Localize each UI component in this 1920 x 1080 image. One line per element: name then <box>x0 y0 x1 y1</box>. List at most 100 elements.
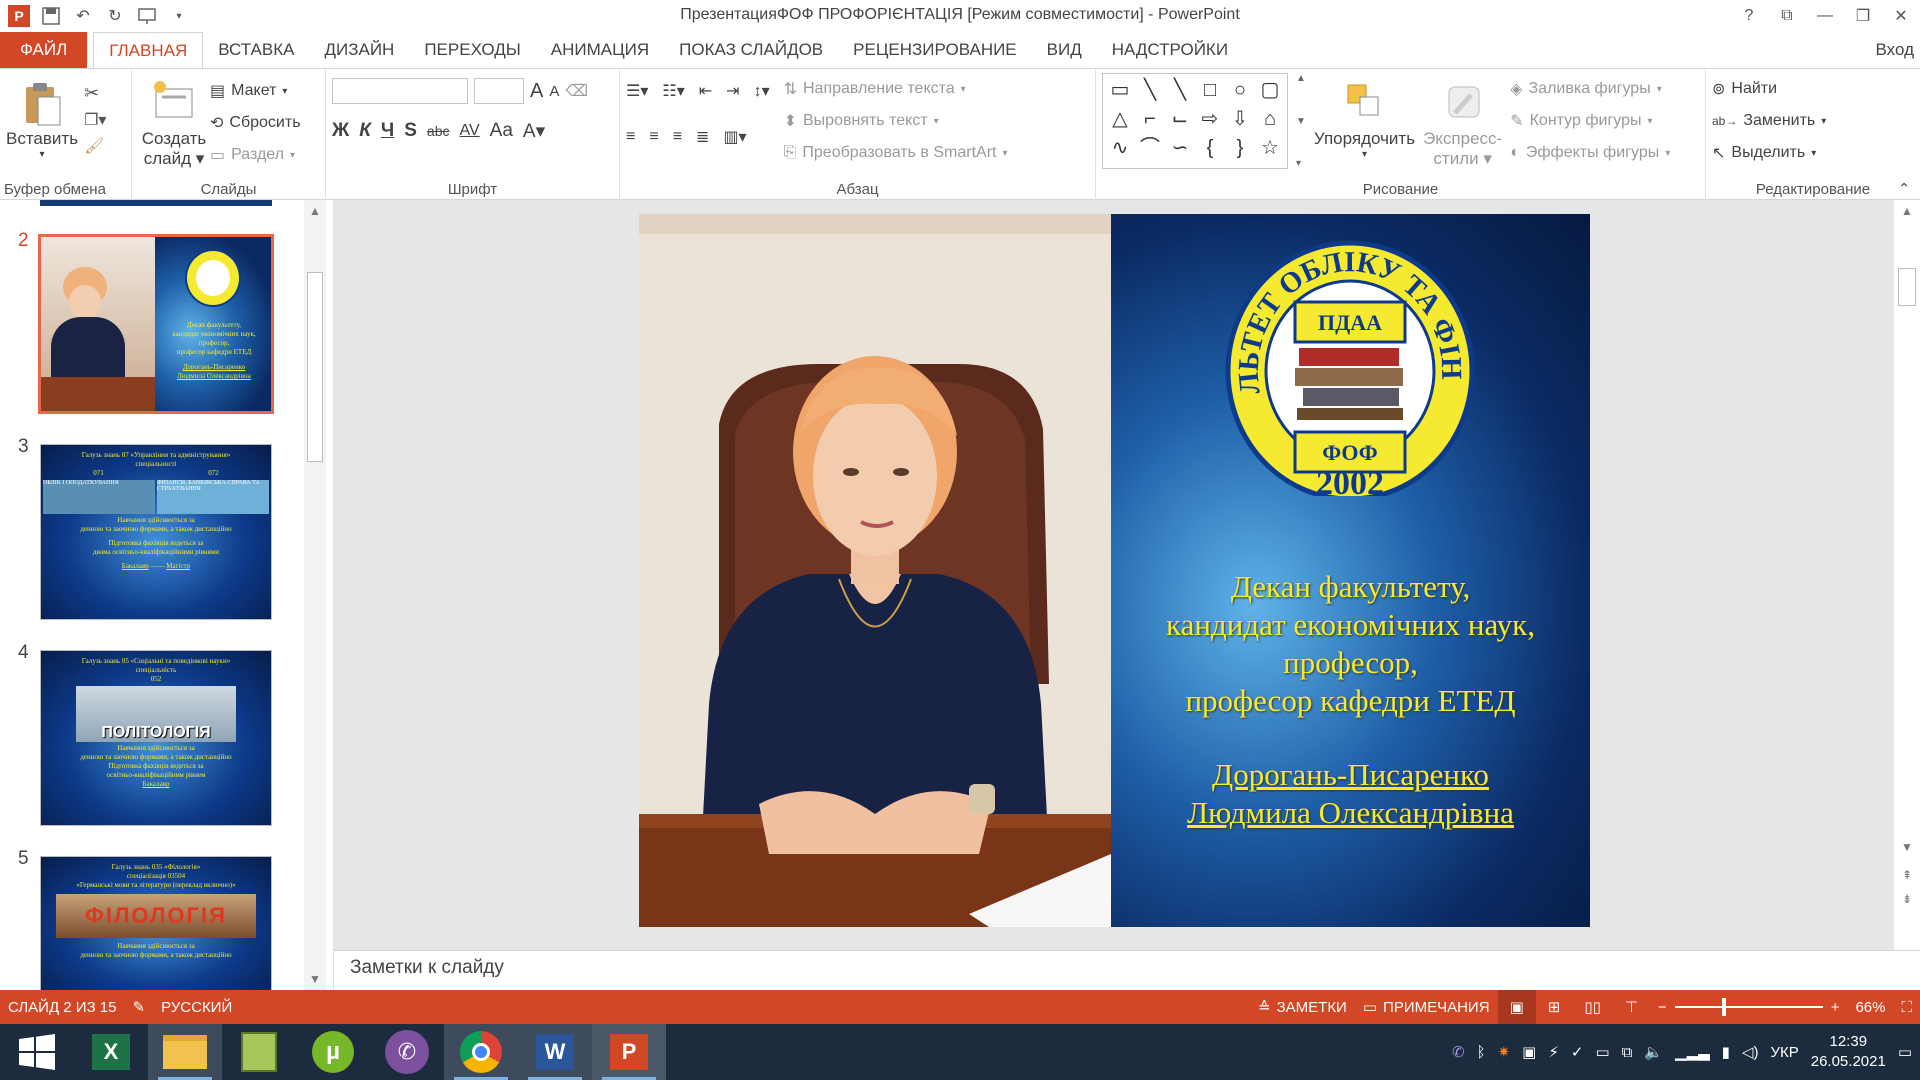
scroll-up-icon[interactable]: ▲ <box>1894 200 1920 222</box>
fit-slide-icon[interactable]: ⛶ <box>1893 990 1920 1024</box>
curve-shape-icon[interactable]: ∽ <box>1165 134 1195 163</box>
arrange-button[interactable]: Упорядочить ▾ <box>1314 73 1415 169</box>
taskbar-utorrent[interactable]: µ <box>296 1024 370 1080</box>
tab-home[interactable]: ГЛАВНАЯ <box>93 32 204 68</box>
justify-icon[interactable]: ≣ <box>696 127 709 147</box>
taskbar-chrome[interactable] <box>444 1024 518 1080</box>
shape-fill-button[interactable]: ◈ Заливка фигуры ▾ <box>1510 73 1670 105</box>
down-arrow-shape-icon[interactable]: ⇩ <box>1225 105 1255 134</box>
bullets-icon[interactable]: ☰▾ <box>626 81 648 101</box>
text-direction-button[interactable]: ⇅ Направление текста ▾ <box>784 73 1008 105</box>
change-case-button[interactable]: Aa <box>490 120 513 142</box>
tab-file[interactable]: ФАЙЛ <box>0 32 88 68</box>
slideshow-view-icon[interactable]: ⊤ <box>1613 990 1650 1024</box>
start-slideshow-icon[interactable] <box>136 5 158 27</box>
volume-icon[interactable]: 🔈 <box>1644 1043 1663 1061</box>
redo-icon[interactable]: ↻ <box>104 5 126 27</box>
italic-button[interactable]: К <box>359 120 371 142</box>
thumbnail-slide-4[interactable]: Галузь знань 05 «Соціальні та поведінков… <box>40 650 272 826</box>
notes-pane[interactable]: Заметки к слайду <box>334 950 1920 990</box>
scroll-down-icon[interactable]: ▼ <box>304 968 326 990</box>
taskbar-notepad-app[interactable] <box>222 1024 296 1080</box>
signin-link[interactable]: Вход <box>1861 32 1920 68</box>
decrease-indent-icon[interactable]: ⇤ <box>699 81 712 101</box>
section-button[interactable]: ▭ Раздел ▾ <box>210 139 301 171</box>
zoom-level[interactable]: 66% <box>1847 990 1893 1024</box>
star-shape-icon[interactable]: ☆ <box>1255 134 1285 163</box>
previous-slide-icon[interactable]: ⇞ <box>1894 864 1920 886</box>
shrink-font-button[interactable]: A <box>549 83 559 100</box>
align-text-button[interactable]: ⬍ Выровнять текст ▾ <box>784 105 1008 137</box>
zoom-in-icon[interactable]: + <box>1823 990 1848 1024</box>
text-shadow-button[interactable]: S <box>404 120 417 142</box>
taskbar-powerpoint[interactable]: P <box>592 1024 666 1080</box>
security-icon[interactable]: ▣ <box>1522 1043 1536 1061</box>
align-left-icon[interactable]: ≡ <box>626 128 635 146</box>
viber-tray-icon[interactable]: ✆ <box>1452 1043 1465 1061</box>
notifications-icon[interactable]: ▭ <box>1898 1043 1912 1061</box>
slide-counter[interactable]: СЛАЙД 2 ИЗ 15 <box>0 990 125 1024</box>
clear-formatting-icon[interactable]: ⌫ <box>565 81 588 101</box>
ribbon-display-button[interactable]: ⧉ <box>1768 7 1806 25</box>
thumbnails-scrollbar[interactable]: ▲ ▼ <box>304 200 326 990</box>
oval-shape-icon[interactable]: ○ <box>1225 76 1255 105</box>
shape-effects-button[interactable]: ◐ Эффекты фигуры ▾ <box>1510 137 1670 169</box>
tab-review[interactable]: РЕЦЕНЗИРОВАНИЕ <box>838 32 1032 68</box>
speaker-icon[interactable]: ◁) <box>1742 1043 1759 1061</box>
next-slide-icon[interactable]: ⇟ <box>1894 888 1920 910</box>
collapse-ribbon-icon[interactable]: ⌃ <box>1898 180 1910 197</box>
format-painter-icon[interactable]: 🖌 <box>84 136 106 156</box>
paste-button[interactable]: Вставить ▾ <box>6 73 78 160</box>
tab-animations[interactable]: АНИМАЦИЯ <box>536 32 664 68</box>
scrollbar-thumb[interactable] <box>307 272 323 462</box>
tab-view[interactable]: ВИД <box>1032 32 1097 68</box>
textbox-shape-icon[interactable]: ▭ <box>1105 76 1135 105</box>
align-center-icon[interactable]: ≡ <box>649 128 658 146</box>
taskbar-file-explorer[interactable] <box>148 1024 222 1080</box>
tab-slideshow[interactable]: ПОКАЗ СЛАЙДОВ <box>664 32 838 68</box>
shapes-gallery[interactable]: ▭ ╲ ╲ □ ○ ▢ △ ⌐ ⌙ ⇨ ⇩ ⌂ ∿ ⌒ ∽{} ☆ <box>1102 73 1288 169</box>
language-indicator[interactable]: РУССКИЙ <box>153 990 240 1024</box>
rounded-rect-shape-icon[interactable]: ▢ <box>1255 76 1285 105</box>
elbow-shape-icon[interactable]: ⌐ <box>1135 105 1165 134</box>
sync-icon[interactable]: ✓ <box>1571 1043 1584 1061</box>
zoom-slider[interactable] <box>1674 998 1823 1016</box>
maximize-button[interactable]: ❐ <box>1844 6 1882 26</box>
char-spacing-button[interactable]: AV <box>460 122 480 140</box>
layout-button[interactable]: ▤ Макет ▾ <box>210 75 301 107</box>
gallery-down-icon[interactable]: ▼ <box>1296 116 1306 127</box>
grow-font-button[interactable]: A <box>530 80 543 103</box>
reading-view-icon[interactable]: ▯▯ <box>1572 990 1613 1024</box>
align-right-icon[interactable]: ≡ <box>673 128 682 146</box>
tab-transitions[interactable]: ПЕРЕХОДЫ <box>409 32 535 68</box>
battery-icon[interactable]: ▮ <box>1722 1043 1730 1061</box>
wifi-signal-icon[interactable]: ▁▂▃ <box>1675 1043 1710 1061</box>
font-size-input[interactable] <box>474 78 524 104</box>
reset-button[interactable]: ⟲ Сбросить <box>210 107 301 139</box>
slide-sorter-icon[interactable]: ⊞ <box>1536 990 1573 1024</box>
tab-design[interactable]: ДИЗАЙН <box>309 32 409 68</box>
select-button[interactable]: ↖ Выделить ▾ <box>1712 137 1914 169</box>
start-button[interactable] <box>0 1024 74 1080</box>
comments-toggle[interactable]: ▭ ПРИМЕЧАНИЯ <box>1355 990 1498 1024</box>
font-color-icon[interactable]: A▾ <box>523 120 545 143</box>
bluetooth-icon[interactable]: ᛒ <box>1477 1044 1486 1061</box>
replace-button[interactable]: ab→ Заменить ▾ <box>1712 105 1914 137</box>
scroll-down-icon[interactable]: ▼ <box>1894 836 1920 858</box>
copy-icon[interactable]: ❐▾ <box>84 110 106 130</box>
triangle-shape-icon[interactable]: △ <box>1105 105 1135 134</box>
shape-outline-button[interactable]: ✎ Контур фигуры ▾ <box>1510 105 1670 137</box>
tab-insert[interactable]: ВСТАВКА <box>203 32 309 68</box>
smartart-button[interactable]: ⎘ Преобразовать в SmartArt ▾ <box>784 137 1008 169</box>
undo-icon[interactable]: ↶ <box>72 5 94 27</box>
keyboard-language[interactable]: УКР <box>1770 1044 1798 1061</box>
line-shape-icon[interactable]: ╲ <box>1165 76 1195 105</box>
taskbar-word[interactable]: W <box>518 1024 592 1080</box>
close-button[interactable]: ✕ <box>1882 6 1920 26</box>
notes-toggle[interactable]: ≙ ЗАМЕТКИ <box>1250 990 1355 1024</box>
tab-addins[interactable]: НАДСТРОЙКИ <box>1097 32 1243 68</box>
zoom-slider-handle[interactable] <box>1721 998 1726 1016</box>
power-tray-icon[interactable]: ⚡ <box>1548 1043 1559 1061</box>
scrollbar-thumb[interactable] <box>1898 268 1916 306</box>
customize-qat-icon[interactable]: ▾ <box>168 5 190 27</box>
